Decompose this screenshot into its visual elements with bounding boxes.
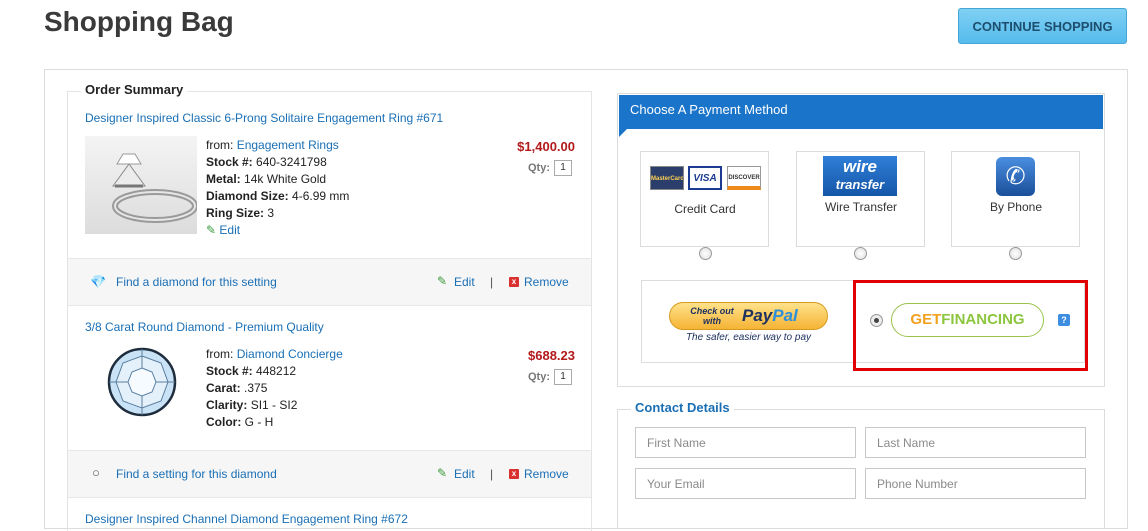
wire-logo-text: wire xyxy=(842,157,878,176)
pencil-icon: ✎ xyxy=(206,223,217,237)
paypal-brand-pal: Pal xyxy=(772,306,798,325)
diamond-icon: 💎 xyxy=(90,274,107,289)
qty-label: Qty: xyxy=(528,370,550,383)
item-price-ring: $1,400.00 xyxy=(517,139,575,154)
continue-shopping-button[interactable]: CONTINUE SHOPPING xyxy=(958,8,1127,44)
qty-input[interactable]: 1 xyxy=(554,369,572,385)
detail-value: .375 xyxy=(244,381,268,395)
transfer-logo-text: transfer xyxy=(835,177,885,192)
paypal-logo: PayPal xyxy=(742,306,798,326)
edit-ring-button[interactable]: Edit xyxy=(454,275,475,289)
email-field[interactable] xyxy=(635,468,856,499)
remove-icon: x xyxy=(509,469,519,479)
radio-credit-card[interactable] xyxy=(699,247,712,260)
detail-value: 640-3241798 xyxy=(256,155,327,169)
first-name-field[interactable] xyxy=(635,427,856,458)
radio-wire-transfer[interactable] xyxy=(854,247,867,260)
detail-label: Metal: xyxy=(206,172,241,186)
item-details-diamond: from: Diamond Concierge Stock #: 448212 … xyxy=(206,346,343,431)
pencil-icon: ✎ xyxy=(437,466,448,480)
item-title-ring[interactable]: Designer Inspired Classic 6-Prong Solita… xyxy=(85,111,443,125)
edit-ring-inline[interactable]: Edit xyxy=(219,223,240,237)
detail-value: 14k White Gold xyxy=(244,172,327,186)
ring-icon: ○ xyxy=(92,465,100,480)
detail-value: 3 xyxy=(267,206,275,220)
detail-label: Color: xyxy=(206,415,242,429)
item-title-diamond[interactable]: 3/8 Carat Round Diamond - Premium Qualit… xyxy=(85,320,324,334)
find-diamond-link[interactable]: Find a diamond for this setting xyxy=(116,275,277,289)
discover-logo: DISCOVER xyxy=(727,166,761,190)
order-summary-title: Order Summary xyxy=(81,82,188,97)
from-link-engagement-rings[interactable]: Engagement Rings xyxy=(237,138,339,152)
item-title-next[interactable]: Designer Inspired Channel Diamond Engage… xyxy=(85,512,408,526)
paypal-line2: with xyxy=(703,316,721,326)
qty-diamond: Qty: 1 xyxy=(528,369,572,385)
ring-image xyxy=(85,136,198,234)
detail-value: G - H xyxy=(244,415,274,429)
detail-value: 448212 xyxy=(256,364,297,378)
mastercard-logo: MasterCard xyxy=(650,166,684,190)
detail-label: Stock #: xyxy=(206,364,253,378)
find-setting-link[interactable]: Find a setting for this diamond xyxy=(116,467,277,481)
qty-input[interactable]: 1 xyxy=(554,160,572,176)
header-pointer xyxy=(619,129,627,137)
detail-label: Ring Size: xyxy=(206,206,265,220)
radio-by-phone[interactable] xyxy=(1009,247,1022,260)
paypal-button[interactable]: Check out with PayPal xyxy=(669,302,828,330)
item-details-ring: from: Engagement Rings Stock #: 640-3241… xyxy=(206,137,349,239)
page-title: Shopping Bag xyxy=(44,6,234,37)
from-label: from: xyxy=(206,138,234,152)
remove-icon: x xyxy=(509,277,519,287)
contact-details-title: Contact Details xyxy=(631,400,734,415)
credit-card-label: Credit Card xyxy=(674,202,736,216)
paypal-checkout-text: Check out with xyxy=(688,306,736,326)
edit-diamond-button[interactable]: Edit xyxy=(454,467,475,481)
from-label: from: xyxy=(206,347,234,361)
payment-method-title: Choose A Payment Method xyxy=(619,95,1103,129)
item-price-diamond: $688.23 xyxy=(528,348,575,363)
from-link-diamond-concierge[interactable]: Diamond Concierge xyxy=(237,347,343,361)
paypal-tagline: The safer, easier way to pay xyxy=(685,332,812,343)
detail-label: Clarity: xyxy=(206,398,248,412)
diamond-image xyxy=(106,346,178,418)
detail-label: Carat: xyxy=(206,381,241,395)
remove-ring-button[interactable]: Remove xyxy=(524,275,569,289)
detail-label: Diamond Size: xyxy=(206,189,289,203)
visa-logo: VISA xyxy=(688,166,722,190)
separator: | xyxy=(490,467,494,481)
credit-card-logos: MasterCard VISA DISCOVER xyxy=(650,166,762,190)
highlight-box xyxy=(853,280,1088,371)
qty-ring: Qty: 1 xyxy=(528,160,572,176)
phone-field[interactable] xyxy=(865,468,1086,499)
separator: | xyxy=(490,275,494,289)
detail-value: 4-6.99 mm xyxy=(292,189,350,203)
paypal-line1: Check out xyxy=(690,306,734,316)
paypal-brand-pay: Pay xyxy=(742,306,773,325)
wire-transfer-label: Wire Transfer xyxy=(824,200,897,214)
remove-diamond-button[interactable]: Remove xyxy=(524,467,569,481)
wire-transfer-logo: wire transfer xyxy=(823,156,897,196)
detail-value: SI1 - SI2 xyxy=(250,398,298,412)
phone-icon: ✆ xyxy=(996,157,1035,196)
pencil-icon: ✎ xyxy=(437,274,448,288)
qty-label: Qty: xyxy=(528,161,550,174)
by-phone-label: By Phone xyxy=(989,200,1043,214)
detail-label: Stock #: xyxy=(206,155,253,169)
last-name-field[interactable] xyxy=(865,427,1086,458)
